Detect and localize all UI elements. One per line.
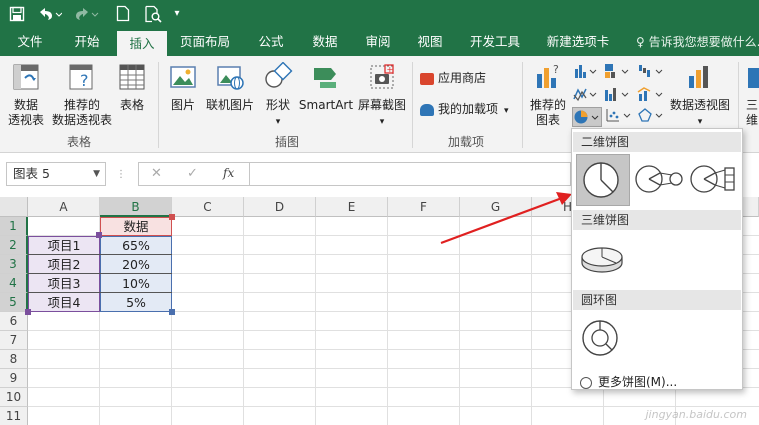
pie-3d-option[interactable] [576,233,630,285]
section-doughnut: 圆环图 [573,290,741,310]
pie-2d-option[interactable] [576,154,630,206]
pie-of-pie-option[interactable] [632,154,686,206]
more-pie-charts-link[interactable]: 更多饼图(M)... [580,373,677,390]
pie-chart-dropdown: 二维饼图 三维饼图 圆环图 更多饼图(M)... [571,128,743,390]
watermark: jingyan.baidu.com [645,408,747,421]
doughnut-option[interactable] [576,313,630,365]
section-2d-pie: 二维饼图 [573,132,741,152]
pie-of-pie-icon [635,165,683,193]
more-pie-charts-label: 更多饼图(M)... [598,375,678,389]
section-3d-pie: 三维饼图 [573,210,741,230]
pie-icon [583,162,619,198]
excel-window: ▾ 文件 开始 插入 页面布局 公式 数据 审阅 视图 开发工具 新建选项卡 ♀… [0,0,759,425]
more-charts-icon [580,376,592,389]
bar-of-pie-option[interactable] [687,154,741,206]
bar-of-pie-icon [690,165,735,193]
doughnut-icon [582,320,618,356]
pie-3d-icon [581,247,623,273]
